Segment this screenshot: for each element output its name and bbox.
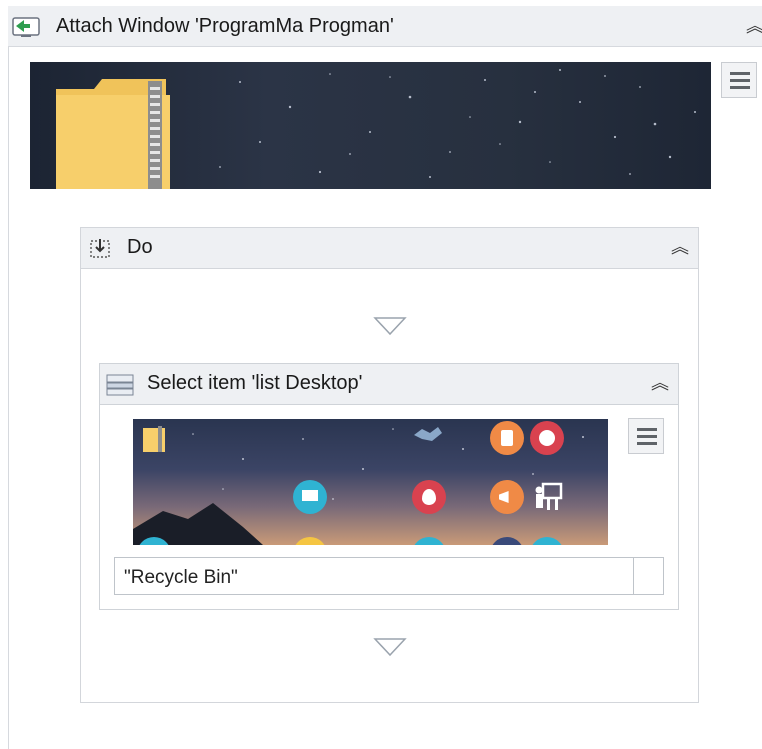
do-sequence-header[interactable]: Do ︽ (81, 228, 698, 269)
item-value-text: "Recycle Bin" (124, 567, 238, 588)
item-value-input[interactable]: "Recycle Bin" (115, 558, 634, 594)
attach-window-title: Attach Window 'ProgramMa Progman' (56, 15, 394, 37)
select-item-title: Select item 'list Desktop' (147, 372, 363, 394)
collapse-do-sequence-icon[interactable]: ︽ (671, 238, 689, 256)
select-item-header[interactable]: Select item 'list Desktop' ︽ (100, 364, 678, 405)
drop-indicator-top[interactable] (373, 316, 407, 336)
zip-folder-icon (56, 79, 170, 189)
select-item-menu-button[interactable] (628, 418, 664, 454)
attach-window-menu-button[interactable] (721, 62, 757, 98)
item-value-field[interactable]: "Recycle Bin" (114, 557, 664, 595)
collapse-attach-window-icon[interactable]: ︽ (746, 17, 762, 35)
desktop-zip-folder-icon (143, 426, 165, 452)
desktop-monitor-icon (293, 480, 327, 514)
collapse-select-item-icon[interactable]: ︽ (651, 374, 669, 392)
do-sequence-icon (90, 239, 110, 258)
desktop-presentation-icon (535, 482, 563, 510)
attach-window-icon (12, 17, 40, 37)
desktop-alien-icon (412, 480, 446, 514)
attach-window-header[interactable]: Attach Window 'ProgramMa Progman' ︽ (8, 6, 762, 47)
desktop-yin-yang-icon (530, 421, 564, 455)
window-screenshot-preview (30, 62, 711, 189)
desktop-handshake-icon (410, 421, 446, 445)
desktop-calculator-icon (490, 421, 524, 455)
desktop-list-screenshot-preview (133, 419, 608, 545)
do-sequence-title: Do (127, 236, 153, 258)
select-item-icon (106, 374, 134, 396)
desktop-megaphone-icon (490, 480, 524, 514)
drop-indicator-bottom[interactable] (373, 637, 407, 657)
